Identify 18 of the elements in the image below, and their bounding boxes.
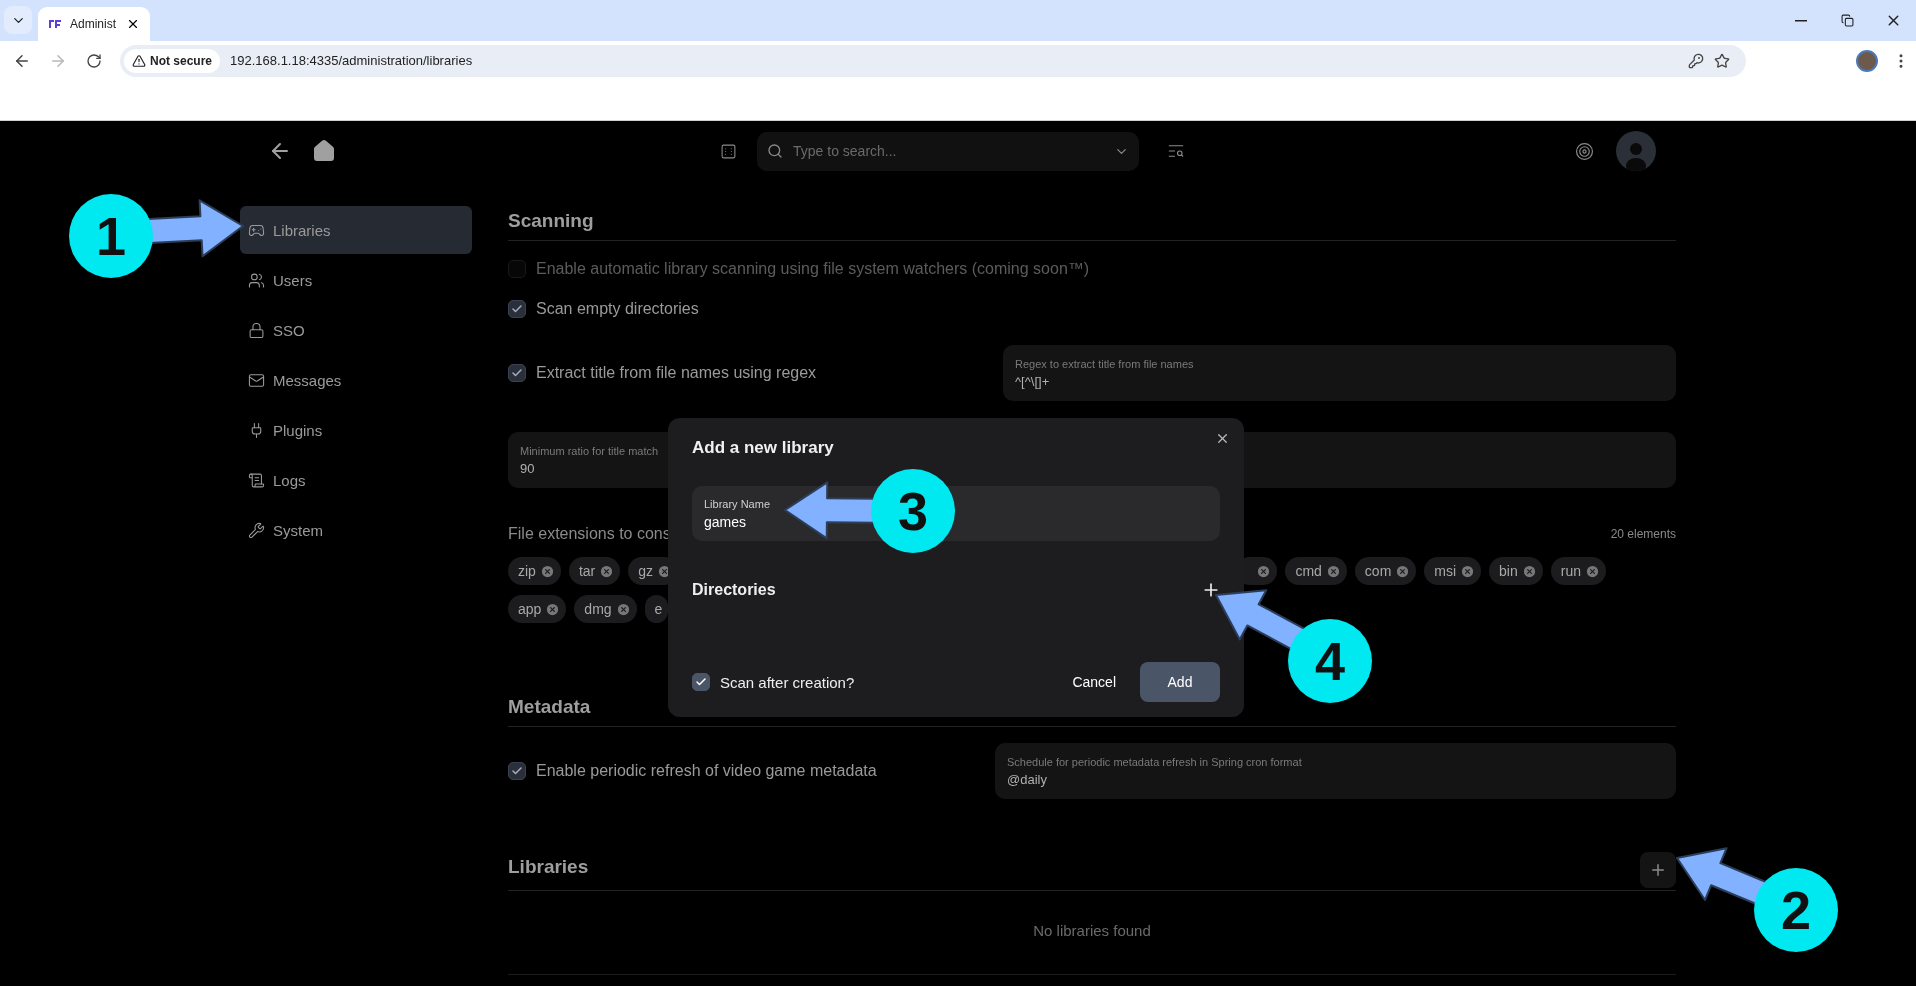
section-title: Scanning (508, 210, 594, 232)
directories-label: Directories (692, 581, 776, 599)
option-label: Enable automatic library scanning using file system watchers (coming soon™) (536, 260, 1090, 278)
option-label: Extract title from file names using regex (536, 364, 817, 382)
step-number-badge: 4 (1288, 619, 1372, 703)
element-count: 20 elements (1610, 527, 1676, 541)
url-text: 192.168.1.18:4335/administration/libraries (230, 53, 474, 68)
option-label: Scan empty directories (536, 300, 699, 318)
dialog-title: Add a new library (692, 438, 835, 458)
checkbox-label: Scan after creation? (720, 673, 855, 691)
section-title: Metadata (508, 696, 591, 718)
empty-message: No libraries found (1032, 922, 1152, 939)
step-number-badge: 1 (69, 194, 153, 278)
section-title: Libraries (508, 856, 589, 878)
step-number-badge: 3 (871, 469, 955, 553)
option-label: Enable periodic refresh of video game metadata (536, 762, 877, 780)
step-number-badge: 2 (1754, 868, 1838, 952)
field-label: Library Name (704, 497, 772, 510)
